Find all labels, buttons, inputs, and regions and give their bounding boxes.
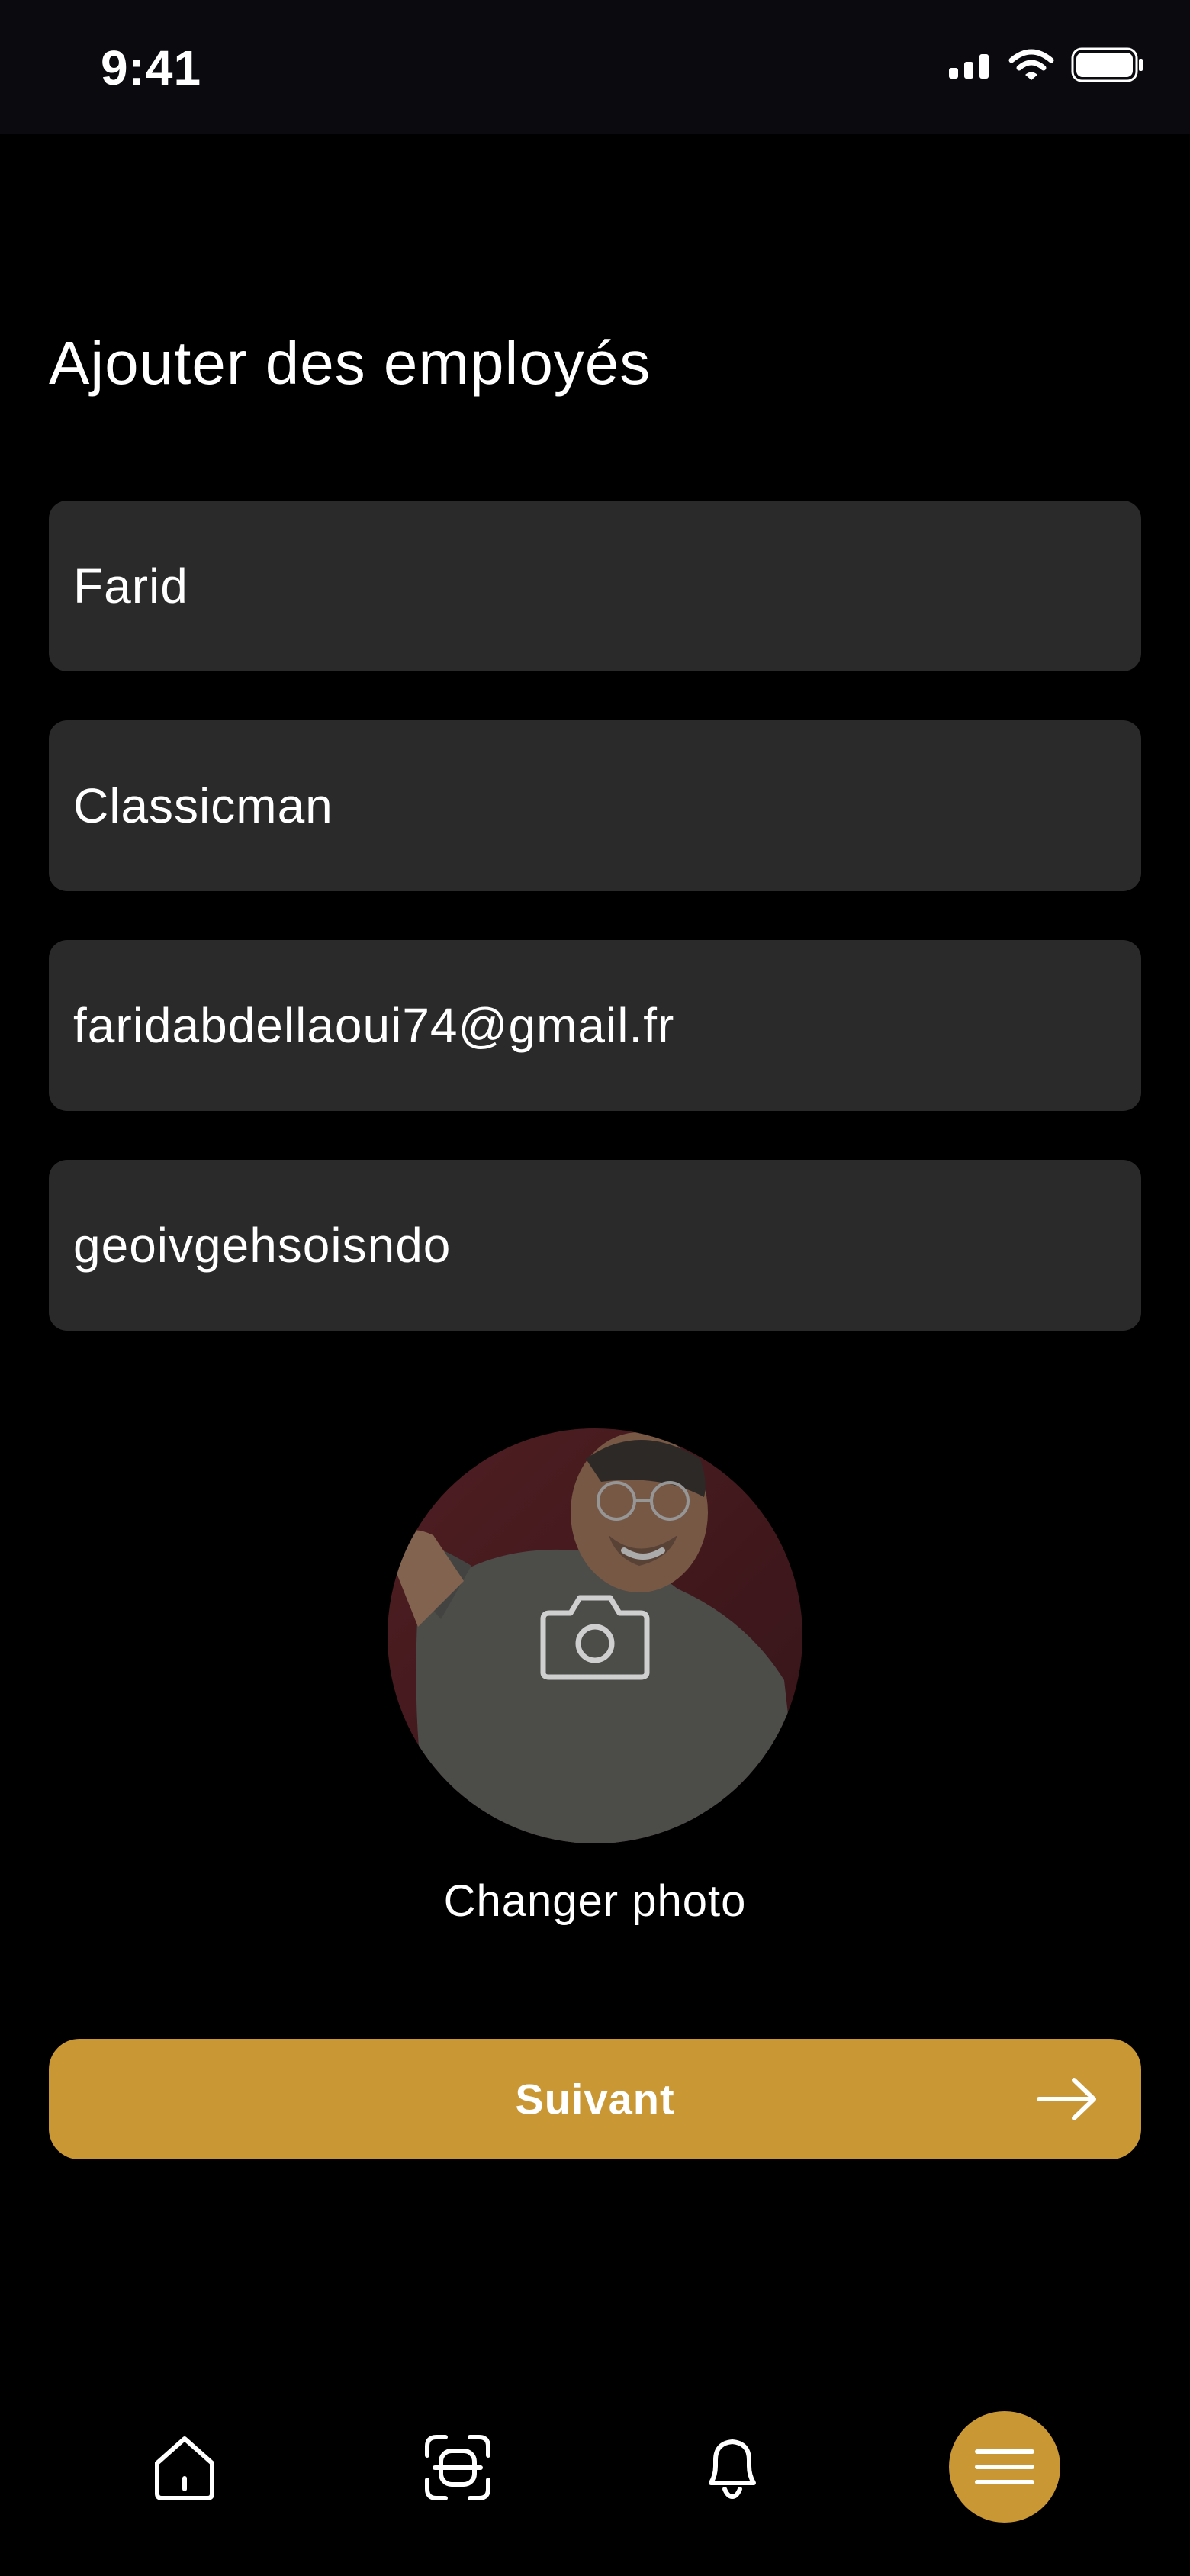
nav-menu[interactable] bbox=[949, 2411, 1060, 2523]
signal-icon bbox=[949, 54, 989, 79]
first-name-field-container bbox=[49, 501, 1141, 671]
home-icon bbox=[155, 2436, 214, 2500]
next-button[interactable]: Suivant bbox=[49, 2039, 1141, 2159]
screen: 9:41 Ajouter des employés Farid Classicm… bbox=[0, 0, 1190, 2576]
status-icons bbox=[949, 47, 1144, 82]
nav-notifications[interactable] bbox=[676, 2411, 789, 2524]
wifi-icon bbox=[1008, 49, 1054, 80]
page-title: Ajouter des employés bbox=[49, 329, 651, 397]
menu-icon bbox=[975, 2449, 1034, 2484]
battery-icon bbox=[1071, 47, 1143, 82]
scan-icon bbox=[425, 2435, 490, 2500]
first-name-field[interactable] bbox=[73, 558, 1141, 614]
arrow-right-icon bbox=[1037, 2078, 1096, 2120]
camera-icon bbox=[540, 1595, 650, 1680]
email-field[interactable] bbox=[73, 997, 1141, 1054]
password-field-container bbox=[49, 1160, 1141, 1331]
next-button-label: Suivant bbox=[515, 2075, 675, 2124]
bell-icon bbox=[709, 2439, 756, 2500]
avatar-photo-button[interactable] bbox=[388, 1428, 802, 1843]
bottom-nav bbox=[0, 2411, 1190, 2533]
email-field-container bbox=[49, 940, 1141, 1111]
nav-scan[interactable] bbox=[401, 2411, 514, 2524]
password-field[interactable] bbox=[73, 1217, 1141, 1274]
last-name-field-container bbox=[49, 720, 1141, 891]
last-name-field[interactable] bbox=[73, 778, 1141, 834]
status-bar: 9:41 bbox=[0, 0, 1190, 134]
status-time: 9:41 bbox=[101, 40, 202, 95]
change-photo-link[interactable]: Changer photo bbox=[0, 1876, 1190, 1927]
nav-home[interactable] bbox=[128, 2411, 241, 2524]
